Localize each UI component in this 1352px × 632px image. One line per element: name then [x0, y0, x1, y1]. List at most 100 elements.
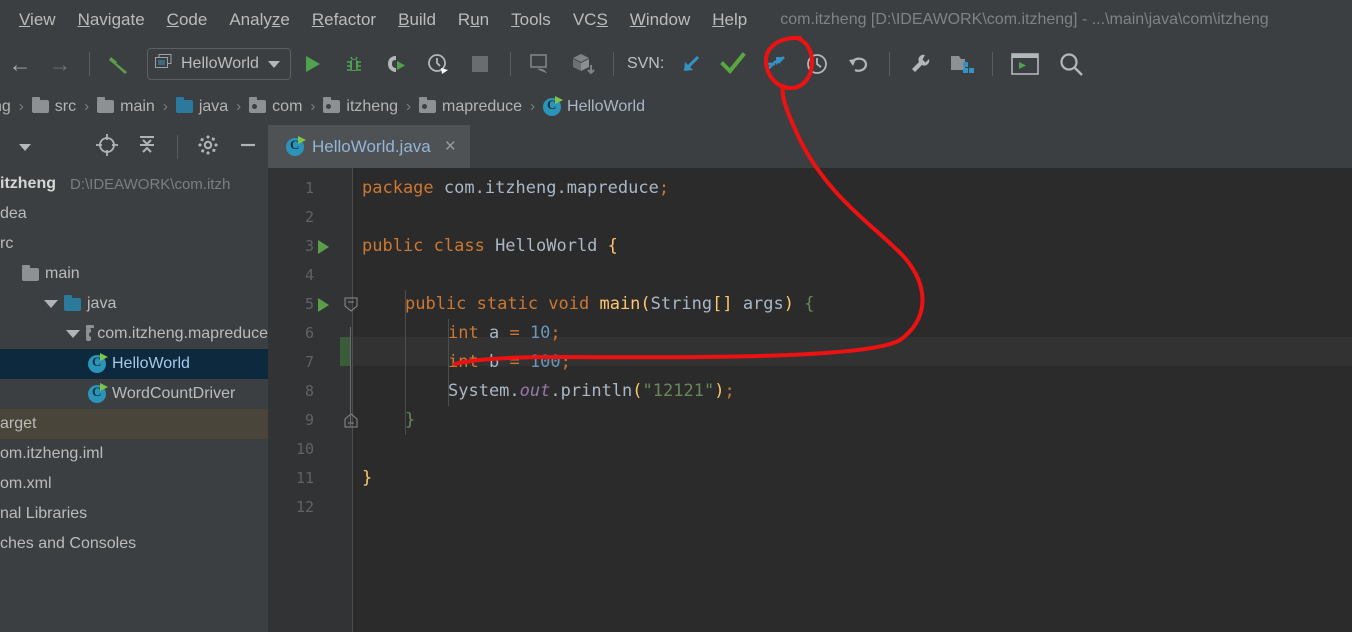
breadcrumb-separator: ›	[18, 98, 24, 115]
breadcrumb-item-mapreduce[interactable]: mapreduce	[416, 97, 525, 116]
svn-update-icon[interactable]	[670, 52, 712, 76]
tree-item-main[interactable]: main	[0, 259, 268, 289]
tree-item-ches-and-consoles[interactable]: ches and Consoles	[0, 529, 268, 559]
code-token: public class	[362, 236, 496, 256]
idea-window: View Navigate Code Analyze Refactor Build Run T…	[0, 0, 1352, 632]
menu-item-window[interactable]: Window	[619, 0, 701, 40]
tree-item-wordcountdriver[interactable]: WordCountDriver	[0, 379, 268, 409]
svn-rollback-icon[interactable]	[838, 53, 880, 75]
attach-debugger-icon[interactable]	[520, 53, 562, 75]
tree-item-arget[interactable]: arget	[0, 409, 268, 439]
tree-item-path: D:\IDEAWORK\com.itzh	[70, 175, 231, 193]
code-token: =	[509, 323, 520, 343]
breadcrumb-item-ng[interactable]: ng	[0, 98, 14, 116]
menu-item-navigate[interactable]: Navigate	[67, 0, 156, 40]
breadcrumb-label: com	[272, 97, 303, 115]
locate-target-icon[interactable]	[87, 133, 127, 162]
tree-item-om-xml[interactable]: om.xml	[0, 469, 268, 499]
code-line[interactable]: System.out.println("12121");	[448, 377, 735, 406]
main-toolbar: ← → HelloWorld SVN:	[0, 40, 1352, 89]
code-token: com.itzheng.mapreduce	[443, 178, 659, 198]
code-line[interactable]: }	[405, 406, 415, 435]
wrench-settings-icon[interactable]	[899, 52, 941, 76]
debug-bug-icon[interactable]	[333, 53, 375, 75]
tree-item-java[interactable]: java	[0, 289, 268, 319]
breadcrumb-separator: ›	[84, 98, 90, 115]
run-configuration-label: HelloWorld	[181, 55, 259, 72]
project-structure-icon[interactable]	[941, 53, 983, 75]
update-project-icon[interactable]	[562, 52, 604, 76]
menu-item-run[interactable]: Run	[447, 0, 500, 40]
breadcrumb-item-java[interactable]: java	[173, 97, 231, 116]
tree-item-rc[interactable]: rc	[0, 229, 268, 259]
tree-item-helloworld[interactable]: HelloWorld	[0, 349, 268, 379]
code-token: {	[607, 236, 618, 256]
code-line[interactable]: int b = 100;	[448, 348, 571, 377]
close-icon[interactable]: ×	[445, 136, 456, 158]
code-line[interactable]: public static void main(String[] args) {	[405, 290, 815, 319]
code-fold-icon[interactable]	[344, 297, 358, 312]
folder-icon	[31, 97, 49, 113]
gutter-run-icon[interactable]	[318, 240, 329, 254]
profiler-icon[interactable]	[417, 52, 459, 76]
breadcrumb-label: ng	[0, 97, 11, 115]
tree-item-om-itzheng-iml[interactable]: om.itzheng.iml	[0, 439, 268, 469]
gear-icon[interactable]	[188, 134, 228, 161]
tree-item-nal-libraries[interactable]: nal Libraries	[0, 499, 268, 529]
run-configuration-selector[interactable]: HelloWorld	[147, 48, 291, 80]
svn-history-clock-icon[interactable]	[796, 52, 838, 76]
breadcrumb-item-src[interactable]: src	[29, 97, 79, 116]
menu-item-code[interactable]: Code	[156, 0, 219, 40]
menu-item-view[interactable]: View	[8, 0, 67, 40]
code-token: int	[448, 323, 479, 343]
code-line[interactable]: int a = 10;	[448, 319, 561, 348]
gutter-run-icon[interactable]	[318, 298, 329, 312]
breadcrumb-item-com[interactable]: com	[246, 97, 305, 116]
hammer-icon[interactable]	[99, 51, 139, 77]
code-token: ;	[658, 178, 670, 198]
code-fold-icon[interactable]	[344, 413, 358, 428]
menu-item-refactor[interactable]: Refactor	[301, 0, 387, 40]
project-tree[interactable]: itzheng D:\IDEAWORK\com.itzh dea rc main java…	[0, 169, 268, 632]
chevron-down-icon[interactable]	[0, 138, 49, 156]
editor-tab-strip: HelloWorld.java ×	[268, 125, 1352, 170]
project-panel-toolbar	[0, 125, 268, 169]
gutter-edge	[352, 168, 353, 632]
menu-item-vcs[interactable]: VCS	[562, 0, 619, 40]
breadcrumb-item-main[interactable]: main	[94, 97, 158, 116]
breadcrumb-item-itzheng[interactable]: itzheng	[320, 97, 401, 116]
code-line[interactable]: package com.itzheng.mapreduce;	[362, 174, 669, 203]
breadcrumb-separator: ›	[162, 98, 168, 115]
back-icon[interactable]: ←	[0, 51, 40, 78]
menu-item-help[interactable]: Help	[701, 0, 758, 40]
tree-item-dea[interactable]: dea	[0, 199, 268, 229]
expand-arrow-icon[interactable]	[44, 300, 58, 308]
breadcrumb-item-helloworld[interactable]: HelloWorld	[540, 95, 648, 116]
toolbar-divider	[89, 52, 90, 76]
svn-commit-checkmark-icon[interactable]	[712, 52, 754, 76]
minimize-icon[interactable]	[228, 134, 268, 161]
code-token: .println	[550, 381, 633, 401]
tree-item-com-itzheng-mapreduce[interactable]: com.itzheng.mapreduce	[0, 319, 268, 349]
expand-arrow-icon[interactable]	[66, 330, 80, 338]
run-with-coverage-icon[interactable]	[375, 53, 417, 75]
menu-item-analyze[interactable]: Analyze	[218, 0, 301, 40]
menu-item-build[interactable]: Build	[387, 0, 447, 40]
code-editor[interactable]: 1 2 3 4 5 6 7 8 9 10 11 12 package com.itzheng.mapr…	[268, 168, 1352, 632]
collapse-all-icon[interactable]	[127, 134, 167, 161]
forward-icon[interactable]: →	[40, 51, 80, 78]
chevron-down-icon[interactable]	[267, 60, 280, 68]
tab-helloworld-java[interactable]: HelloWorld.java ×	[268, 125, 470, 170]
search-icon[interactable]	[1048, 51, 1094, 77]
terminal-icon[interactable]	[1002, 53, 1048, 75]
code-line[interactable]: public class HelloWorld {	[362, 232, 618, 261]
run-icon[interactable]	[291, 53, 333, 75]
menu-item-tools[interactable]: Tools	[500, 0, 562, 40]
svn-integrate-icon[interactable]	[754, 52, 796, 76]
fold-region-line	[350, 327, 351, 426]
package-icon	[86, 324, 95, 341]
tree-item-itzheng[interactable]: itzheng D:\IDEAWORK\com.itzh	[0, 169, 268, 199]
code-line[interactable]: }	[362, 464, 372, 493]
